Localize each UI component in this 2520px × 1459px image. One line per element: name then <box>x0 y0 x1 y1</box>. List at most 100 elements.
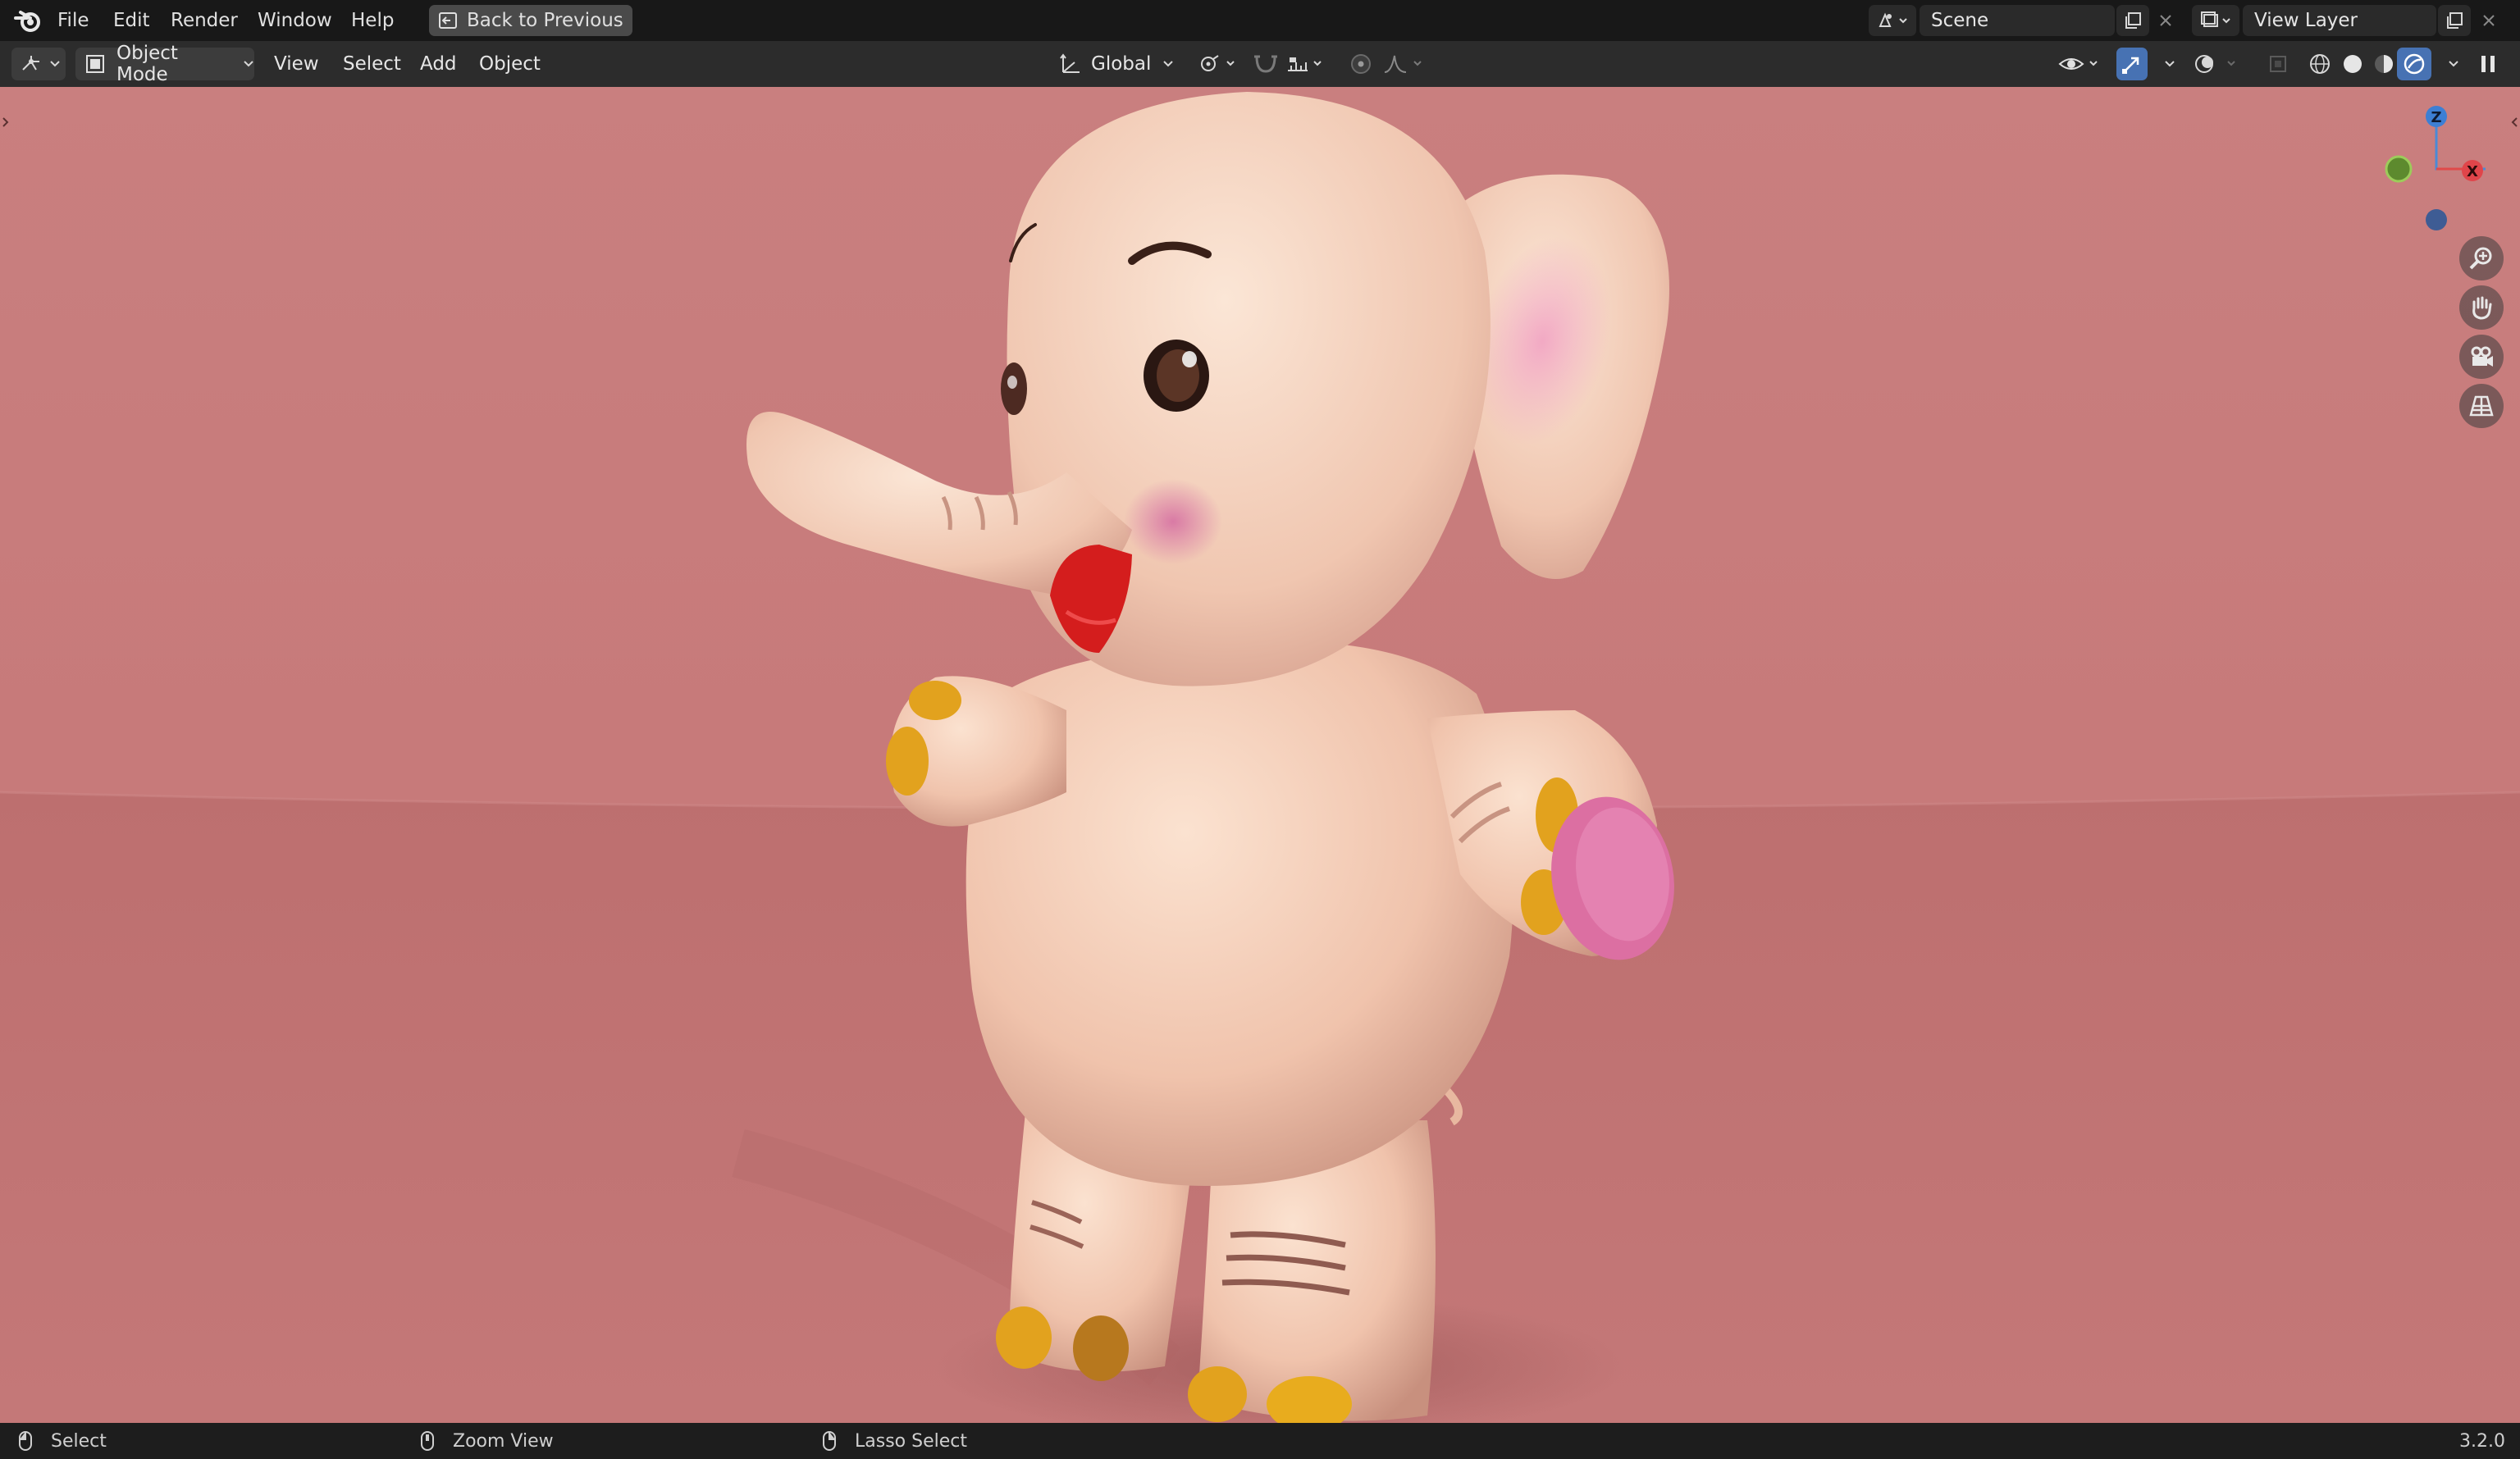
menu-file[interactable]: File <box>46 4 101 37</box>
version-label: 3.2.0 <box>2459 1430 2505 1452</box>
sidebar-region-toggle[interactable] <box>2510 112 2518 133</box>
xray-toggle[interactable] <box>2266 48 2292 80</box>
material-shading-icon <box>2369 52 2399 76</box>
chevron-down-icon <box>49 60 61 68</box>
header-menu-add[interactable]: Add <box>420 48 457 80</box>
editor-type-dropdown[interactable] <box>11 48 66 80</box>
transform-orientation-label: Global <box>1091 53 1152 75</box>
pivot-point-dropdown[interactable] <box>1198 48 1244 80</box>
overlay-icon <box>2192 52 2243 76</box>
pause-render-button[interactable] <box>2476 48 2500 80</box>
pause-icon <box>2476 52 2500 76</box>
status-lasso-label: Lasso Select <box>855 1430 967 1452</box>
header-menu-view[interactable]: View <box>274 48 319 80</box>
mode-label: Object Mode <box>116 43 178 85</box>
close-icon <box>2158 13 2173 28</box>
header-menu-select[interactable]: Select <box>343 48 401 80</box>
mouse-middle-icon <box>420 1430 435 1452</box>
xray-icon <box>2266 52 2292 76</box>
gizmo-icon <box>2120 52 2144 76</box>
visibility-icon <box>2057 52 2105 76</box>
chevron-down-icon <box>243 60 254 68</box>
back-arrow-icon <box>437 11 459 30</box>
copy-view-layer-button[interactable] <box>2438 5 2471 36</box>
pan-button[interactable] <box>2459 285 2504 330</box>
back-to-previous-label: Back to Previous <box>467 10 623 31</box>
proportional-falloff-dropdown[interactable] <box>1381 48 1431 80</box>
transform-orientation-icon <box>1058 52 1083 75</box>
snap-increment-icon <box>1285 52 1327 75</box>
snap-toggle[interactable] <box>1252 48 1280 80</box>
toolbar-region-toggle[interactable] <box>2 112 10 133</box>
rendered-shading-button[interactable] <box>2397 48 2431 80</box>
material-shading-button[interactable] <box>2369 48 2399 80</box>
grid-perspective-icon <box>2468 392 2495 420</box>
chevron-down-icon <box>2448 60 2459 68</box>
close-icon <box>2481 13 2496 28</box>
navigation-gizmo[interactable]: Z X <box>2362 87 2494 251</box>
editor-type-icon <box>20 53 43 75</box>
overlay-toggle[interactable] <box>2192 48 2243 80</box>
scene-name-field[interactable]: Scene <box>1920 5 2115 36</box>
gizmo-axis-y-neg[interactable] <box>2385 155 2413 183</box>
solid-shading-button[interactable] <box>2338 48 2367 80</box>
view-layer-browse-button[interactable] <box>2192 5 2239 36</box>
camera-icon <box>2468 343 2495 371</box>
menu-window[interactable]: Window <box>246 4 344 37</box>
copy-icon <box>2123 11 2143 30</box>
object-visibility-dropdown[interactable] <box>2057 48 2105 80</box>
mode-dropdown[interactable]: Object Mode <box>75 43 254 85</box>
menu-edit[interactable]: Edit <box>102 4 162 37</box>
status-middle-click: Zoom View <box>420 1423 554 1459</box>
status-right-click: Lasso Select <box>822 1423 967 1459</box>
transform-orientation-dropdown[interactable]: Global <box>1052 48 1185 80</box>
proportional-edit-toggle[interactable] <box>1347 48 1375 80</box>
copy-icon <box>2445 11 2464 30</box>
gizmo-x-label: X <box>2467 163 2478 180</box>
proportional-edit-icon <box>1347 52 1375 76</box>
view-layer-name: View Layer <box>2254 10 2358 31</box>
view-layer-icon <box>2200 10 2231 31</box>
3d-viewport[interactable]: Z X <box>0 87 2520 1423</box>
solid-shading-icon <box>2338 52 2367 76</box>
mouse-left-icon <box>18 1430 33 1452</box>
shading-options-dropdown[interactable] <box>2441 48 2459 80</box>
top-bar: File Edit Render Window Help Back to Pre… <box>0 0 2520 41</box>
zoom-button[interactable] <box>2459 236 2504 280</box>
object-mode-icon <box>84 52 107 75</box>
status-left-click: Select <box>18 1423 107 1459</box>
wireframe-shading-icon <box>2305 52 2335 76</box>
snap-target-dropdown[interactable] <box>1285 48 1327 80</box>
copy-scene-button[interactable] <box>2116 5 2149 36</box>
mouse-right-icon <box>822 1430 837 1452</box>
scene-icon <box>1877 10 1908 31</box>
menu-help[interactable]: Help <box>340 4 405 37</box>
status-bar: Select Zoom View Lasso Select 3.2.0 <box>0 1423 2520 1459</box>
rendered-shading-icon <box>2401 52 2427 76</box>
view-layer-name-field[interactable]: View Layer <box>2243 5 2436 36</box>
gizmo-z-label: Z <box>2431 109 2441 126</box>
zoom-icon <box>2468 244 2495 272</box>
remove-view-layer-button[interactable] <box>2474 5 2504 36</box>
perspective-toggle-button[interactable] <box>2459 384 2504 428</box>
status-select-label: Select <box>51 1430 107 1452</box>
gizmo-dropdown[interactable] <box>2157 48 2175 80</box>
back-to-previous-button[interactable]: Back to Previous <box>429 5 632 36</box>
remove-scene-button[interactable] <box>2151 5 2180 36</box>
blender-logo-icon[interactable] <box>11 4 44 37</box>
snap-icon <box>1252 52 1280 76</box>
camera-view-button[interactable] <box>2459 335 2504 379</box>
header-menu-object[interactable]: Object <box>479 48 541 80</box>
pan-hand-icon <box>2468 294 2495 321</box>
gizmo-toggle[interactable] <box>2116 48 2148 80</box>
chevron-down-icon <box>2164 60 2175 68</box>
pivot-icon <box>1198 52 1244 75</box>
rendered-scene <box>0 87 2520 1423</box>
menu-render[interactable]: Render <box>159 4 249 37</box>
toe-nail <box>996 1306 1052 1369</box>
gizmo-axis-z-neg[interactable] <box>2426 209 2447 230</box>
scene-browse-button[interactable] <box>1869 5 1916 36</box>
scene-name: Scene <box>1931 10 1989 31</box>
falloff-icon <box>1381 52 1431 75</box>
wireframe-shading-button[interactable] <box>2305 48 2335 80</box>
